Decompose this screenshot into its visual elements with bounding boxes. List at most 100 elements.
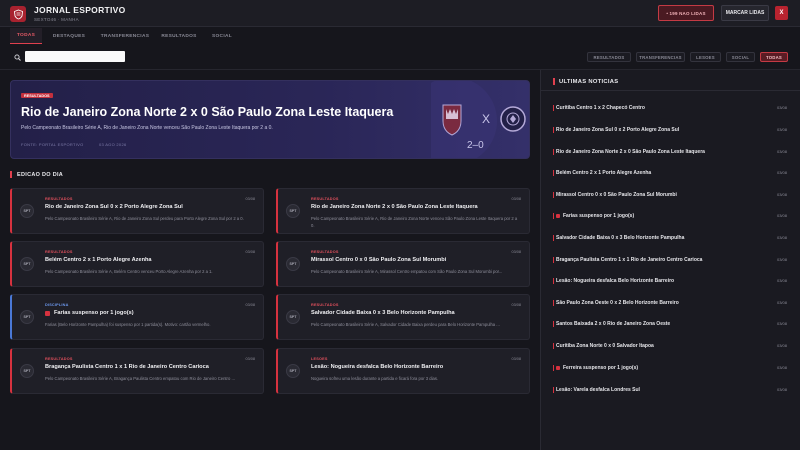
card-category: LESOES [311, 357, 328, 361]
latest-news-item[interactable]: São Paulo Zona Oeste 0 x 2 Belo Horizont… [553, 300, 793, 310]
card-title: Bragança Paulista Centro 1 x 1 Rio de Ja… [45, 364, 209, 370]
card-title: Farias suspenso por 1 jogo(s) [45, 310, 134, 316]
news-item-title: Rio de Janeiro Zona Sul 0 x 2 Porto Aleg… [553, 127, 679, 133]
panel-title: ULTIMAS NOTICIAS [553, 78, 618, 85]
filter-lesoes[interactable]: LESOES [690, 52, 721, 62]
card-date: 03/08 [511, 303, 521, 307]
filter-todas[interactable]: TODAS [760, 52, 788, 62]
latest-news-item[interactable]: Mirassol Centro 0 x 0 São Paulo Zona Sul… [553, 192, 793, 202]
latest-news-item[interactable]: Rio de Janeiro Zona Norte 2 x 0 São Paul… [553, 149, 793, 159]
suspension-card-icon [45, 310, 50, 316]
card-category: RESULTADOS [311, 250, 339, 254]
news-item-date: 03/08 [776, 321, 787, 326]
latest-news-item[interactable]: Salvador Cidade Baixa 0 x 3 Belo Horizon… [553, 235, 793, 245]
news-item-title: Lesão: Varela desfalca Londres Sul [553, 387, 640, 393]
news-item-title: Ferreira suspenso por 1 jogo(s) [553, 365, 638, 371]
card-title: Lesão: Nogueira desfalca Belo Horizonte … [311, 364, 444, 370]
news-card[interactable]: SPT RESULTADOS 03/08 Rio de Janeiro Zona… [10, 188, 264, 234]
card-avatar: SPT [20, 257, 34, 271]
card-title: Rio de Janeiro Zona Norte 2 x 0 São Paul… [311, 204, 478, 210]
card-title: Mirassol Centro 0 x 0 São Paulo Zona Sul… [311, 257, 447, 263]
card-avatar: SPT [286, 364, 300, 378]
card-category: RESULTADOS [45, 197, 73, 201]
card-title: Salvador Cidade Baixa 0 x 3 Belo Horizon… [311, 310, 455, 316]
card-title: Belém Centro 2 x 1 Porto Alegre Azenha [45, 257, 152, 263]
home-crest-icon [442, 104, 462, 136]
news-item-title: São Paulo Zona Oeste 0 x 2 Belo Horizont… [553, 300, 679, 306]
card-avatar: SPT [286, 204, 300, 218]
card-date: 03/08 [511, 357, 521, 361]
card-description: Pelo Campeonato Brasileiro Série A, Brag… [45, 376, 235, 381]
news-item-title: Curitiba Zona Norte 0 x 0 Salvador Itapo… [553, 343, 654, 349]
tab-transferencias[interactable]: TRANSFERENCIAS [97, 28, 153, 44]
news-card[interactable]: SPT RESULTADOS 03/08 Bragança Paulista C… [10, 348, 264, 394]
news-item-title: Salvador Cidade Baixa 0 x 3 Belo Horizon… [553, 235, 684, 241]
latest-news-item[interactable]: Belém Centro 2 x 1 Porto Alegre Azenha 03… [553, 170, 793, 180]
search-row: RESULTADOS TRANSFERENCIAS LESOES SOCIAL … [0, 44, 800, 70]
mark-read-button[interactable]: MARCAR LIDAS [721, 5, 769, 21]
suspension-card-icon [556, 366, 560, 370]
panel-accent-bar [553, 78, 555, 85]
card-category: DISCIPLINA [45, 303, 69, 307]
card-category: RESULTADOS [311, 303, 339, 307]
news-item-date: 03/08 [776, 278, 787, 283]
filter-transferencias[interactable]: TRANSFERENCIAS [636, 52, 685, 62]
card-description: Pelo Campeonato Brasileiro Série A, Rio … [311, 216, 518, 228]
news-card[interactable]: SPT RESULTADOS 03/08 Mirassol Centro 0 x… [276, 241, 530, 287]
news-item-title: Rio de Janeiro Zona Norte 2 x 0 São Paul… [553, 149, 705, 155]
news-item-date: 03/08 [776, 213, 787, 218]
unread-filter-button[interactable]: • 199 NAO LIDAS [658, 5, 714, 21]
latest-news-item[interactable]: Lesão: Varela desfalca Londres Sul 03/08 [553, 387, 793, 397]
latest-news-item[interactable]: Farias suspenso por 1 jogo(s) 03/08 [553, 213, 793, 223]
score-label: 2–0 [467, 140, 484, 151]
section-title-label: EDICAO DO DIA [17, 171, 64, 178]
latest-news-item[interactable]: Rio de Janeiro Zona Sul 0 x 2 Porto Aleg… [553, 127, 793, 137]
app-title: JORNAL ESPORTIVO [34, 5, 126, 15]
tab-destaques[interactable]: DESTAQUES [50, 28, 88, 44]
card-avatar: SPT [20, 310, 34, 324]
card-date: 03/08 [511, 197, 521, 201]
latest-news-item[interactable]: Lesão: Nogueira desfalca Belo Horizonte … [553, 278, 793, 288]
close-button[interactable]: X [775, 6, 788, 20]
card-category: RESULTADOS [45, 357, 73, 361]
news-card[interactable]: SPT DISCIPLINA 03/08 Farias suspenso por… [10, 294, 264, 340]
suspension-card-icon [556, 214, 560, 218]
news-item-title: Lesão: Nogueira desfalca Belo Horizonte … [553, 278, 674, 284]
latest-news-item[interactable]: Santos Baixada 2 x 0 Rio de Janeiro Zona… [553, 321, 793, 331]
news-item-date: 03/08 [776, 343, 787, 348]
news-card[interactable]: SPT LESOES 03/08 Lesão: Nogueira desfalc… [276, 348, 530, 394]
news-card[interactable]: SPT RESULTADOS 03/08 Belém Centro 2 x 1 … [10, 241, 264, 287]
news-card[interactable]: SPT RESULTADOS 03/08 Salvador Cidade Bai… [276, 294, 530, 340]
card-date: 03/08 [511, 250, 521, 254]
news-item-title: Mirassol Centro 0 x 0 São Paulo Zona Sul… [553, 192, 677, 198]
card-category: RESULTADOS [311, 197, 339, 201]
versus-label: X [482, 112, 490, 126]
card-date: 03/08 [245, 303, 255, 307]
app-window: JORNAL ESPORTIVO SEXTO46 · MANHA • 199 N… [0, 0, 800, 450]
latest-news-item[interactable]: Bragança Paulista Centro 1 x 1 Rio de Ja… [553, 257, 793, 267]
filter-resultados[interactable]: RESULTADOS [587, 52, 631, 62]
latest-news-item[interactable]: Curitiba Zona Norte 0 x 0 Salvador Itapo… [553, 343, 793, 353]
featured-story[interactable]: RESULTADOS Rio de Janeiro Zona Norte 2 x… [10, 80, 530, 159]
news-card[interactable]: SPT RESULTADOS 03/08 Rio de Janeiro Zona… [276, 188, 530, 234]
news-item-date: 03/08 [776, 149, 787, 154]
top-header: JORNAL ESPORTIVO SEXTO46 · MANHA • 199 N… [0, 0, 800, 27]
search-icon [14, 54, 21, 61]
tab-social[interactable]: SOCIAL [208, 28, 236, 44]
latest-news-panel: ULTIMAS NOTICIAS Curitiba Centro 1 x 2 C… [540, 70, 800, 450]
news-item-title: Belém Centro 2 x 1 Porto Alegre Azenha [553, 170, 651, 176]
search-input[interactable] [25, 51, 125, 62]
news-item-date: 03/08 [776, 300, 787, 305]
latest-news-item[interactable]: Curitiba Centro 1 x 2 Chapecó Centro 03/0… [553, 105, 793, 115]
news-item-date: 03/08 [776, 127, 787, 132]
news-item-title: Santos Baixada 2 x 0 Rio de Janeiro Zona… [553, 321, 670, 327]
tab-resultados[interactable]: RESULTADOS [158, 28, 200, 44]
news-item-title: Curitiba Centro 1 x 2 Chapecó Centro [553, 105, 645, 111]
card-avatar: SPT [286, 257, 300, 271]
latest-news-item[interactable]: Ferreira suspenso por 1 jogo(s) 03/08 [553, 365, 793, 375]
tab-todas[interactable]: TODAS [10, 28, 42, 44]
news-item-date: 03/08 [776, 105, 787, 110]
filter-social[interactable]: SOCIAL [726, 52, 755, 62]
news-item-title: Bragança Paulista Centro 1 x 1 Rio de Ja… [553, 257, 702, 263]
panel-divider [541, 90, 800, 91]
